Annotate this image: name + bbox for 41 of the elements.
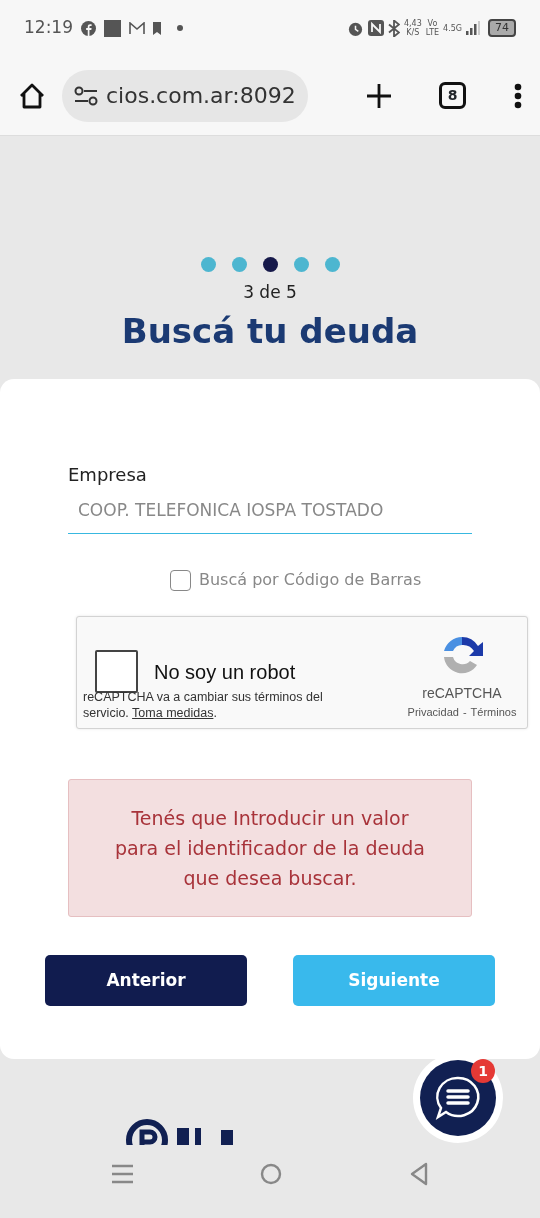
- home-icon[interactable]: [18, 81, 46, 110]
- battery-level: 74: [488, 19, 516, 37]
- url-text: cios.com.ar:8092: [106, 82, 296, 110]
- error-alert: Tenés que Introducir un valor para el identificador de la deuda que desea buscar.: [68, 779, 472, 917]
- volte-label: Vo: [426, 19, 439, 28]
- captcha-checkbox[interactable]: [95, 650, 138, 693]
- bookmark-icon: [153, 21, 161, 35]
- nfc-icon: [367, 20, 384, 36]
- dot-icon: [177, 25, 183, 31]
- recent-apps-icon[interactable]: [111, 1163, 133, 1184]
- step-counter: 3 de 5: [242, 281, 298, 304]
- terms-link[interactable]: Términos: [470, 704, 517, 721]
- barcode-checkbox[interactable]: [170, 569, 191, 591]
- bluetooth-icon: [387, 19, 400, 37]
- mail-icon: [129, 21, 145, 35]
- back-nav-icon[interactable]: [410, 1161, 429, 1186]
- clock-time: 12:19: [24, 16, 73, 40]
- home-nav-icon[interactable]: [260, 1162, 283, 1185]
- square-icon: [104, 19, 121, 37]
- checkbox-label: Buscá por Código de Barras: [199, 569, 422, 591]
- recaptcha-brand: reCAPTCHA: [422, 684, 502, 703]
- tab-count[interactable]: 8: [439, 82, 466, 109]
- link-separator: -: [462, 705, 467, 720]
- captcha-label: No soy un robot: [154, 659, 296, 685]
- new-tab-icon[interactable]: [367, 83, 391, 108]
- network-speed: 4,43: [403, 19, 422, 28]
- back-button[interactable]: Anterior: [45, 955, 247, 1006]
- company-field[interactable]: COOP. TELEFONICA IOSPA TOSTADO: [68, 491, 472, 534]
- captcha-notice: reCAPTCHA va a cambiar sus términos del servicio. Toma medidas.: [83, 689, 324, 721]
- signal-icon: [466, 21, 480, 35]
- page-title: Buscá tu deuda: [121, 310, 419, 351]
- site-settings-icon[interactable]: [74, 85, 98, 106]
- speed-unit: K/S: [405, 28, 421, 37]
- field-label: Empresa: [68, 462, 148, 487]
- chat-icon: [434, 1075, 482, 1121]
- address-bar[interactable]: cios.com.ar:8092: [62, 69, 308, 122]
- menu-icon[interactable]: [514, 82, 522, 109]
- social-app-icon: [81, 20, 96, 36]
- network-type: 4.5G: [443, 23, 462, 33]
- privacy-link[interactable]: Privacidad: [407, 704, 459, 721]
- lte-label: LTE: [425, 28, 440, 37]
